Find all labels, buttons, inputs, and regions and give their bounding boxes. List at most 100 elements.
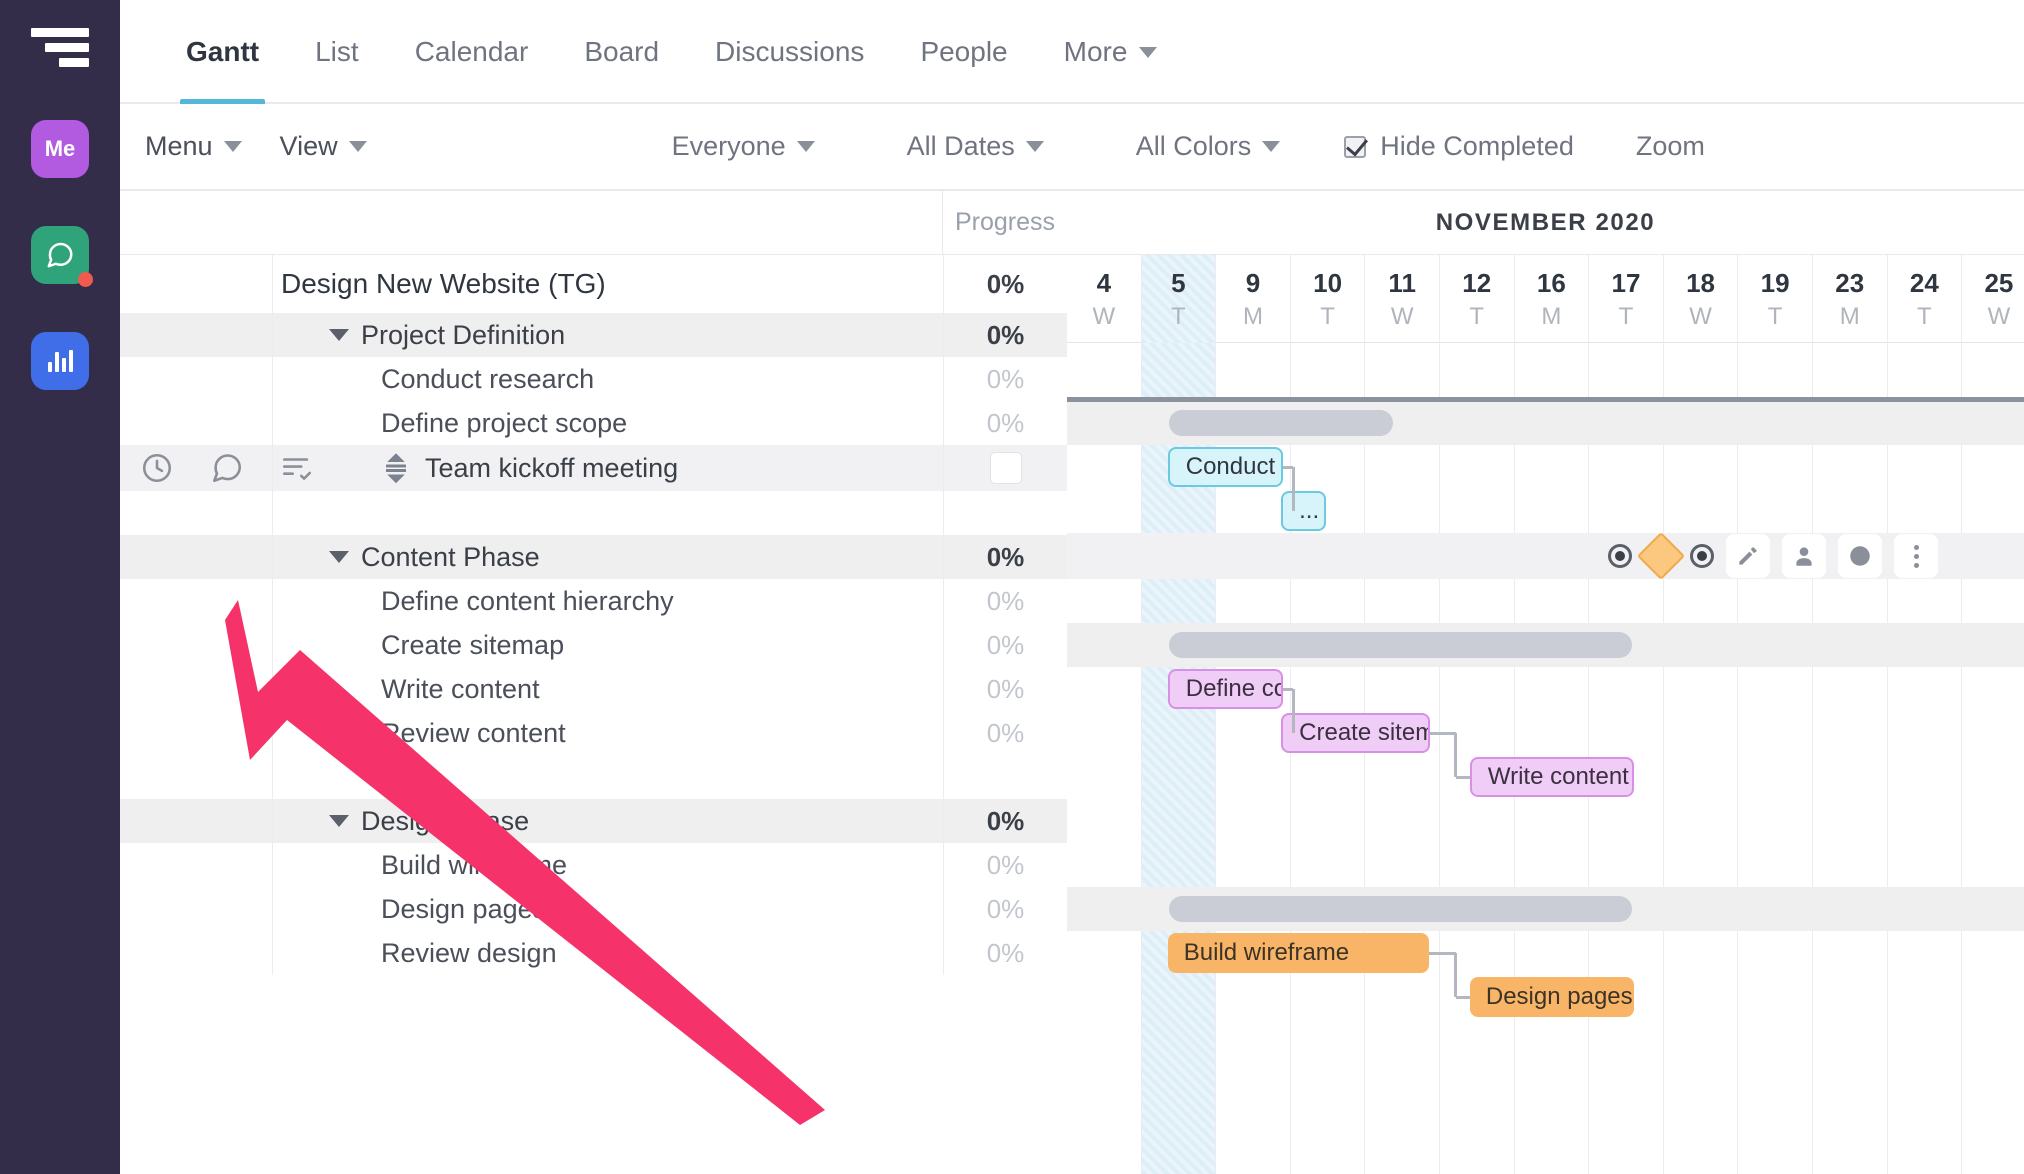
tab-list[interactable]: List (287, 0, 387, 104)
gantt-task-bar[interactable]: Write content (1470, 757, 1634, 797)
gantt-summary-bar[interactable] (1169, 410, 1393, 436)
comment-bubble-icon[interactable] (210, 451, 244, 485)
tab-people[interactable]: People (892, 0, 1035, 104)
zoom-control[interactable]: Zoom (1636, 131, 1705, 162)
table-row[interactable]: Team kickoff meeting (120, 445, 1067, 491)
menu-dropdown[interactable]: Menu (145, 131, 242, 162)
everyone-label: Everyone (672, 131, 786, 162)
task-complete-checkbox[interactable] (990, 452, 1022, 484)
resize-handle-right-icon[interactable] (1690, 544, 1714, 568)
gantt-task-bar[interactable]: ... (1281, 491, 1326, 531)
day-number: 25 (1984, 268, 2013, 299)
task-name-cell[interactable]: Create sitemap (273, 623, 943, 667)
task-name-cell[interactable]: Team kickoff meeting (273, 445, 943, 491)
table-row[interactable]: Review design0% (120, 931, 1067, 975)
task-name-cell[interactable]: Write content (273, 667, 943, 711)
milestone-diamond-icon[interactable] (1637, 532, 1685, 580)
task-name-cell[interactable]: Review design (273, 931, 943, 975)
table-row[interactable]: Define project scope0% (120, 401, 1067, 445)
collapse-caret-icon[interactable] (329, 551, 349, 563)
gantt-task-bar[interactable]: Create sitemap (1281, 713, 1430, 753)
tab-board[interactable]: Board (556, 0, 687, 104)
me-avatar-button[interactable]: Me (31, 120, 89, 178)
gantt-toolbar: Menu View Everyone All Dates All Colors (120, 104, 2024, 190)
row-gutter (120, 401, 273, 445)
task-name-cell[interactable]: Project Definition (273, 313, 943, 357)
table-row[interactable]: Conduct research0% (120, 357, 1067, 401)
progress-value: 0% (987, 320, 1025, 351)
gantt-task-bar[interactable]: Design pages (1470, 977, 1634, 1017)
gantt-task-bar[interactable]: Build wireframe (1168, 933, 1429, 973)
gantt-summary-bar[interactable] (1169, 896, 1632, 922)
hide-completed-checkbox[interactable] (1344, 136, 1366, 158)
app-logo-icon[interactable] (31, 26, 89, 68)
hide-completed-toggle[interactable]: Hide Completed (1344, 131, 1574, 162)
progress-cell: 0% (943, 711, 1067, 755)
timeline-day-5: 5T (1142, 255, 1217, 343)
table-row[interactable]: Design pages0% (120, 887, 1067, 931)
table-row[interactable]: Design Phase0% (120, 799, 1067, 843)
tab-discussions[interactable]: Discussions (687, 0, 892, 104)
table-row[interactable]: Review content0% (120, 711, 1067, 755)
progress-value: 0% (987, 674, 1025, 705)
bar-chart-icon[interactable] (31, 332, 89, 390)
dependency-link (1454, 953, 1457, 997)
collapse-caret-icon[interactable] (329, 815, 349, 827)
task-name-cell[interactable]: Design New Website (TG) (273, 255, 943, 313)
clock-icon[interactable] (140, 451, 174, 485)
chevron-down-icon (1026, 141, 1044, 152)
table-row[interactable]: Build wireframe 0% (120, 843, 1067, 887)
three-dots-glyph (1903, 543, 1929, 569)
three-dots-more-icon[interactable] (1894, 534, 1938, 578)
view-dropdown[interactable]: View (280, 131, 367, 162)
clock-time-icon[interactable] (1838, 534, 1882, 578)
collapse-caret-icon[interactable] (329, 329, 349, 341)
person-assign-icon[interactable] (1782, 534, 1826, 578)
progress-cell: 0% (943, 843, 1067, 887)
gantt-bar-label: Create sitemap (1299, 719, 1430, 747)
timeline-row (1067, 579, 2024, 623)
tab-gantt[interactable]: Gantt (158, 0, 287, 104)
task-name-cell[interactable]: Design Phase (273, 799, 943, 843)
task-name-cell[interactable]: Define content hierarchy (273, 579, 943, 623)
day-number: 4 (1097, 268, 1111, 299)
gantt-bar-label: Build wireframe (1184, 939, 1349, 967)
task-name-label: Create sitemap (381, 630, 564, 661)
task-name-label: Conduct research (381, 364, 594, 395)
timeline-day-4: 4W (1067, 255, 1142, 343)
task-name-label: Team kickoff meeting (425, 453, 678, 484)
progress-value: 0% (987, 269, 1025, 300)
tab-calendar[interactable]: Calendar (387, 0, 557, 104)
tab-more[interactable]: More (1036, 0, 1186, 104)
task-name-cell[interactable]: Content Phase (273, 535, 943, 579)
timeline-row (1067, 843, 2024, 887)
table-row[interactable]: Content Phase0% (120, 535, 1067, 579)
task-name-cell[interactable]: Review content (273, 711, 943, 755)
task-name-cell (273, 491, 943, 535)
all-dates-filter-dropdown[interactable]: All Dates (907, 131, 1044, 162)
tab-label: Gantt (186, 36, 259, 68)
task-name-cell[interactable]: Design pages (273, 887, 943, 931)
all-colors-filter-dropdown[interactable]: All Colors (1136, 131, 1281, 162)
table-row[interactable]: Design New Website (TG) 0% (120, 255, 1067, 313)
day-number: 16 (1537, 268, 1566, 299)
table-row[interactable]: Define content hierarchy0% (120, 579, 1067, 623)
resize-handle-left-icon[interactable] (1608, 544, 1632, 568)
pencil-edit-icon[interactable] (1726, 534, 1770, 578)
table-row[interactable]: Create sitemap0% (120, 623, 1067, 667)
table-row[interactable]: Write content 0% (120, 667, 1067, 711)
task-name-cell[interactable]: Conduct research (273, 357, 943, 401)
main-column: GanttListCalendarBoardDiscussionsPeopleM… (120, 0, 2024, 1174)
timeline-day-10: 10T (1291, 255, 1366, 343)
task-name-cell[interactable]: Define project scope (273, 401, 943, 445)
task-name-label: Build wireframe (381, 850, 567, 881)
task-name-label: Project Definition (361, 320, 565, 351)
gantt-task-bar[interactable]: Conduct r... (1168, 447, 1284, 487)
table-row[interactable]: Project Definition 0% (120, 313, 1067, 357)
timeline-row (1067, 343, 2024, 401)
task-name-cell[interactable]: Build wireframe (273, 843, 943, 887)
gantt-summary-bar[interactable] (1169, 632, 1632, 658)
everyone-filter-dropdown[interactable]: Everyone (672, 131, 815, 162)
gantt-task-bar[interactable]: Define co... (1168, 669, 1284, 709)
chat-bubble-icon[interactable] (31, 226, 89, 284)
